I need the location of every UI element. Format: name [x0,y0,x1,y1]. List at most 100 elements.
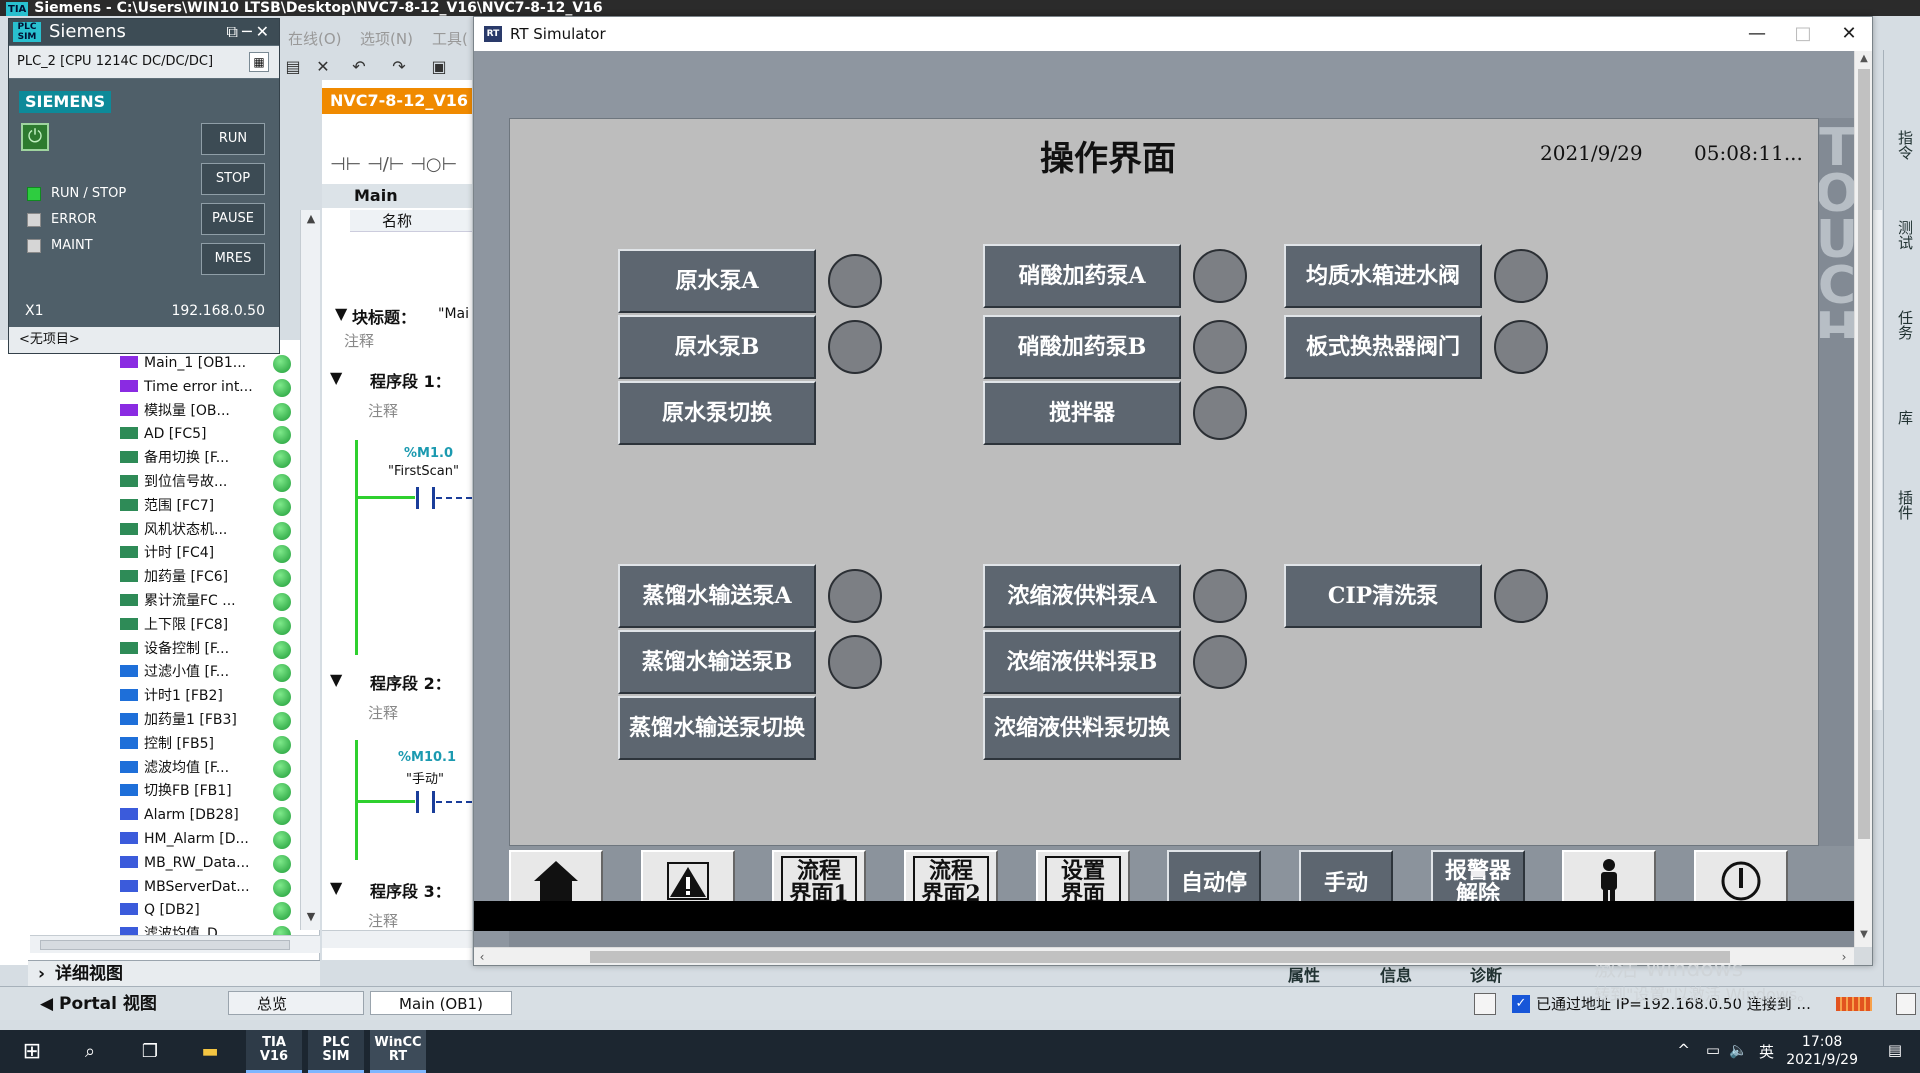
segment-1-contact[interactable] [416,487,419,509]
rt-hscroll[interactable]: ‹ › [474,947,1854,965]
redo-icon[interactable]: ↷ [390,58,408,76]
tab-main-ob1[interactable]: Main (OB1) [370,991,512,1015]
project-tree-vscroll[interactable]: ▲ ▼ [300,210,320,930]
stop-button[interactable]: STOP [201,163,265,195]
segment-2-toggle[interactable]: ▼ [330,670,342,689]
menu-online[interactable]: 在线(O) [288,28,342,49]
minimize-button[interactable]: — [1734,17,1780,51]
hmi-control-button[interactable]: 硝酸加药泵B [983,315,1181,379]
tab-overview-label: 总览 [257,995,288,1013]
block-title-toggle[interactable]: ▼ [335,304,347,323]
hscroll-thumb[interactable] [40,940,290,950]
undo-icon[interactable]: ↶ [350,58,368,76]
hmi-control-button[interactable]: 浓缩液供料泵切换 [983,696,1181,760]
hmi-control-button[interactable]: 蒸馏水输送泵切换 [618,696,816,760]
pause-button[interactable]: PAUSE [201,203,265,235]
segment-3-toggle[interactable]: ▼ [330,878,342,897]
segment-1-comment[interactable]: 注释 [368,400,398,421]
hmi-control-button[interactable]: 浓缩液供料泵A [983,564,1181,628]
task-view-icon[interactable]: ❐ [122,1030,178,1073]
hmi-control-button[interactable]: 原水泵切换 [618,381,816,445]
volume-icon[interactable]: 🔈 [1729,1041,1748,1059]
tree-item-label: 范围 [FC7] [144,497,215,514]
hmi-control-button[interactable]: 浓缩液供料泵B [983,630,1181,694]
segment-2-contact-right[interactable] [432,791,435,813]
hmi-control-button[interactable]: CIP清洗泵 [1284,564,1482,628]
detail-view-header[interactable]: › 详细视图 [28,960,320,986]
mres-button[interactable]: MRES [201,243,265,275]
taskbar-plcsim[interactable]: PLC SIM [308,1030,364,1073]
segment-1-wire [355,496,415,499]
search-icon[interactable]: ⌕ [62,1030,118,1073]
ladder-icon[interactable]: ⊣⊢ ⊣/⊢ ⊣○⊢ [330,154,457,175]
task-tab-addins[interactable]: 插件 [1890,490,1916,520]
tree-item-label: Q [DB2] [144,902,200,919]
windows-activation-hint: 转到"设置"以激活 Windows。 [1594,985,1814,1004]
tray-chevron-icon[interactable]: ^ [1677,1041,1690,1059]
compile-icon[interactable]: ▣ [430,58,448,76]
segment-3-comment[interactable]: 注释 [368,910,398,931]
clock[interactable]: 17:08 2021/9/29 [1786,1033,1858,1069]
led-run-label: RUN / STOP [51,186,127,201]
hmi-control-button[interactable]: 均质水箱进水阀 [1284,244,1482,308]
layout-icon[interactable] [1896,993,1916,1015]
portal-view-button[interactable]: ◀ Portal 视图 [40,991,157,1017]
taskbar-tia[interactable]: TIA V16 [246,1030,302,1073]
hmi-control-button[interactable]: 原水泵A [618,249,816,313]
segment-1-toggle[interactable]: ▼ [330,368,342,387]
ime-indicator[interactable]: 英 [1759,1041,1774,1062]
hmi-control-button[interactable]: 板式换热器阀门 [1284,315,1482,379]
close-icon[interactable]: ✕ [314,58,332,76]
windows-start-icon[interactable]: ⊞ [4,1030,60,1073]
scroll-down-icon[interactable]: ▼ [1855,927,1873,943]
hmi-date: 2021/9/29 [1540,141,1643,165]
menu-tools[interactable]: 工具( [432,28,468,49]
tab-overview[interactable]: 总览 [228,991,364,1015]
scroll-up-icon[interactable]: ▲ [304,212,318,226]
plcsim-window-buttons[interactable]: ⧉─✕ [227,19,273,45]
segment-2-comment[interactable]: 注释 [368,702,398,723]
tree-item-label: Time error int... [144,378,253,395]
hmi-control-button[interactable]: 搅拌器 [983,381,1181,445]
scroll-down-icon[interactable]: ▼ [304,910,318,924]
hmi-control-button[interactable]: 原水泵B [618,315,816,379]
scroll-up-icon[interactable]: ▲ [1855,51,1873,67]
hmi-control-button[interactable]: 蒸馏水输送泵A [618,564,816,628]
save-icon[interactable]: ▤ [284,58,302,76]
hscroll-thumb[interactable] [590,951,1730,963]
maximize-button[interactable]: □ [1780,17,1826,51]
online-status-icon [273,474,291,492]
file-explorer-icon[interactable]: ▬ [182,1030,238,1073]
menu-options[interactable]: 选项(N) [360,28,413,49]
online-status-icon [273,616,291,635]
vscroll-thumb[interactable] [1858,69,1870,839]
rt-vscroll[interactable]: ▲ ▼ [1854,51,1872,947]
network-tray-icon[interactable]: ▭ [1706,1041,1720,1059]
power-icon[interactable]: ⏻ [21,123,49,151]
run-button[interactable]: RUN [201,123,265,155]
task-tab-tasks[interactable]: 任务 [1890,310,1916,340]
hmi-control-button[interactable]: 硝酸加药泵A [983,244,1181,308]
plcsim-panel: SIEMENS ⏻ RUN / STOP ERROR MAINT RUN STO… [9,79,279,327]
hmi-control-button[interactable]: 蒸馏水输送泵B [618,630,816,694]
task-tab-libraries[interactable]: 库 [1890,410,1916,425]
taskbar-wincc-rt[interactable]: WinCC RT [370,1030,426,1073]
block-comment[interactable]: 注释 [344,330,374,351]
network-icon[interactable] [1474,993,1496,1015]
segment-2-wire [355,800,415,803]
scroll-right-icon[interactable]: › [1836,948,1852,966]
scroll-left-icon[interactable]: ‹ [474,948,490,966]
task-tab-instructions[interactable]: 指令 [1890,130,1916,160]
close-button[interactable]: ✕ [1826,17,1872,51]
editor-project-tab[interactable]: NVC7-8-12_V16 [322,88,472,114]
editor-hscroll[interactable] [322,930,472,948]
led-maint: MAINT [27,237,93,255]
task-tab-testing[interactable]: 测试 [1890,220,1916,250]
project-tree-hscroll[interactable] [30,935,320,953]
plcsim-cpu-label: PLC_2 [CPU 1214C DC/DC/DC] ▦ [9,46,279,78]
notification-icon[interactable]: ▤ [1888,1041,1902,1059]
segment-1-contact-right[interactable] [432,487,435,509]
plcsim-project[interactable]: <无项目> [9,327,279,353]
device-config-icon[interactable]: ▦ [249,52,269,72]
segment-2-contact[interactable] [416,791,419,813]
